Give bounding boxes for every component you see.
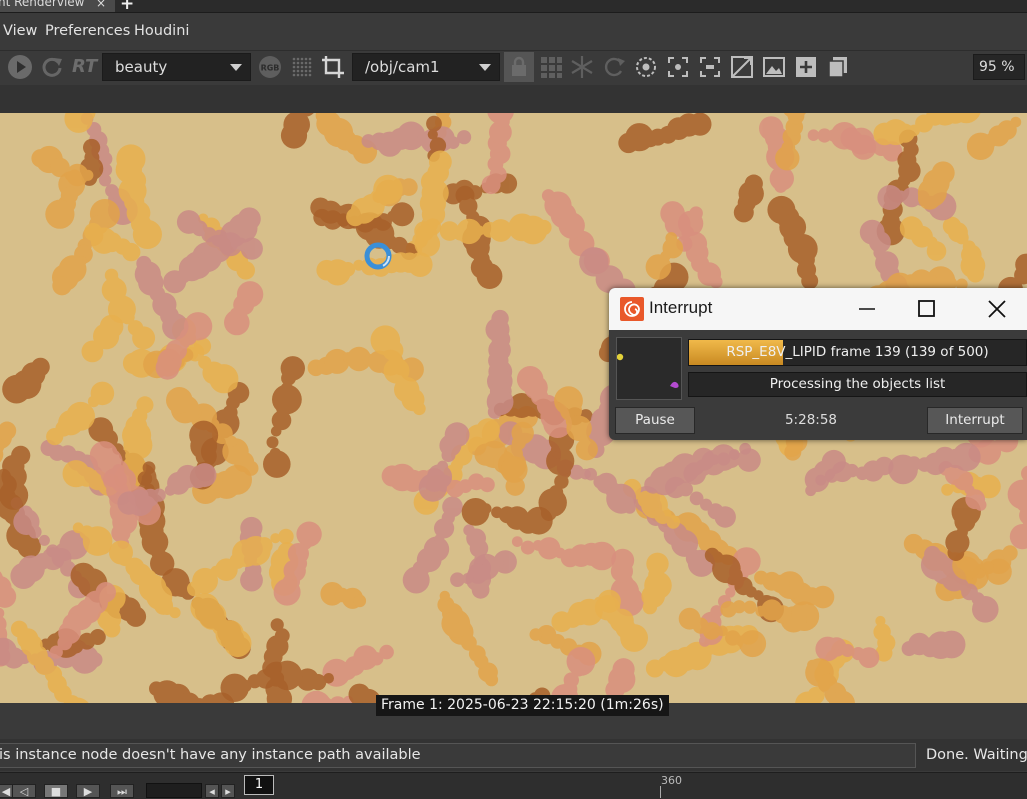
progress-text: RSP_E8V_LIPID frame 139 (139 of 500) [726, 344, 989, 360]
tab-strip [0, 0, 1027, 13]
status-message: is instance node doesn't have any instan… [0, 743, 916, 768]
focus-target-icon[interactable] [631, 52, 661, 82]
prev-key-icon[interactable]: ◂ [205, 784, 219, 798]
snapshot-image-icon[interactable] [759, 52, 789, 82]
lock-camera-icon[interactable] [504, 52, 534, 82]
pause-button[interactable]: Pause [615, 407, 695, 434]
interrupt-dialog: Interrupt RSP_E8V_LIPID frame 139 (139 o… [609, 288, 1027, 440]
busy-spinner-icon [364, 242, 392, 270]
tile-grid-icon[interactable] [536, 52, 566, 82]
menu-view[interactable]: View [3, 23, 37, 39]
current-frame-marker[interactable]: 1 [244, 775, 274, 795]
timeline-tick-label: 360 [661, 774, 682, 787]
fit-view-icon[interactable] [695, 52, 725, 82]
add-tab-icon[interactable]: + [120, 0, 134, 14]
viewer-header [0, 85, 1027, 113]
dialog-status-text: Processing the objects list [688, 372, 1027, 397]
chevron-down-icon [230, 64, 242, 71]
interrupt-button[interactable]: Interrupt [927, 407, 1023, 434]
minimize-icon[interactable] [849, 292, 883, 326]
camera-dropdown[interactable]: /obj/cam1 [352, 53, 500, 81]
next-key-icon[interactable]: ▸ [221, 784, 235, 798]
compare-icon[interactable] [727, 52, 757, 82]
aov-dropdown[interactable]: beauty [102, 53, 251, 81]
camera-value: /obj/cam1 [365, 58, 440, 76]
render-thumbnail [616, 337, 682, 400]
play-forward-icon[interactable]: ▶ [76, 784, 100, 798]
reset-region-icon[interactable] [599, 52, 629, 82]
step-back-icon[interactable]: ◁ [12, 784, 36, 798]
snowflake-freeze-icon[interactable] [567, 52, 597, 82]
tab-close-icon[interactable]: × [96, 0, 106, 10]
frame-caption: Frame 1: 2025-06-23 22:15:20 (1m:26s) [376, 695, 669, 716]
menu-preferences[interactable]: Preferences [45, 23, 130, 39]
add-snapshot-icon[interactable] [791, 52, 821, 82]
maximize-icon[interactable] [909, 292, 943, 326]
frame-selection-icon[interactable] [663, 52, 693, 82]
chevron-down-icon [479, 64, 491, 71]
zoom-level[interactable]: 95 % [973, 54, 1025, 80]
menu-houdini[interactable]: Houdini [134, 23, 189, 39]
copy-snapshot-icon[interactable] [823, 52, 853, 82]
tab-label: nt Renderview [0, 0, 85, 9]
close-icon[interactable] [979, 292, 1013, 326]
stop-icon[interactable]: ■ [44, 784, 68, 798]
elapsed-time: 5:28:58 [784, 412, 838, 428]
refresh-icon[interactable] [37, 52, 67, 82]
aov-value: beauty [115, 58, 168, 76]
progress-bar: RSP_E8V_LIPID frame 139 (139 of 500) [688, 339, 1027, 366]
jump-end-icon[interactable]: ⏭ [110, 784, 134, 798]
houdini-logo-icon [620, 297, 644, 321]
timeline-tick [660, 786, 661, 798]
status-right-text: Done. Waiting E [926, 747, 1027, 763]
frame-field[interactable] [146, 783, 202, 798]
rt-toggle[interactable]: RT [72, 56, 97, 77]
bucket-grid-icon[interactable] [287, 52, 317, 82]
dialog-title: Interrupt [649, 298, 713, 317]
rgb-label: RGB [261, 64, 280, 73]
render-play-icon[interactable] [5, 52, 35, 82]
crop-region-icon[interactable] [318, 52, 348, 82]
rgb-channel-icon[interactable]: RGB [255, 52, 285, 82]
